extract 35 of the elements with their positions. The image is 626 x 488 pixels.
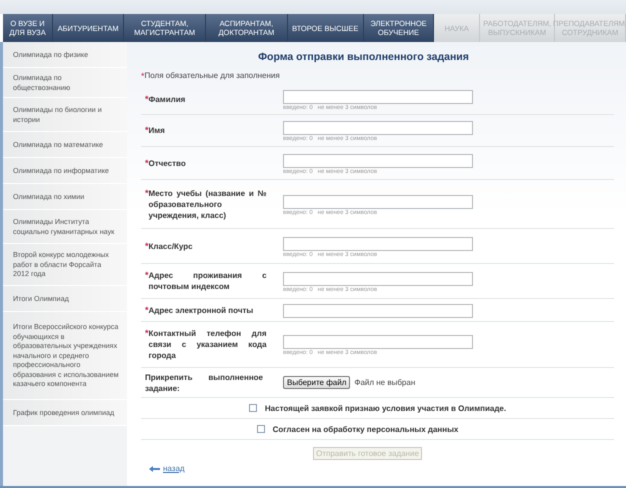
field-label: Отчество <box>148 158 187 168</box>
field-label: Класс/Курс <box>148 240 194 252</box>
input-field[interactable] <box>283 335 473 349</box>
input-field[interactable] <box>283 236 473 250</box>
back-link[interactable]: назад <box>149 464 614 473</box>
input-field[interactable] <box>283 90 473 104</box>
required-note: *Поля обязательные для заполнения <box>141 71 281 81</box>
choose-file-button[interactable]: Выберите файл <box>283 376 350 389</box>
required-asterisk: * <box>145 328 149 339</box>
file-status: Файл не выбран <box>354 378 416 387</box>
input-field[interactable] <box>283 272 473 286</box>
required-asterisk: * <box>145 94 149 105</box>
required-asterisk: * <box>145 270 149 281</box>
required-asterisk: * <box>145 188 149 198</box>
required-asterisk: * <box>145 125 149 136</box>
checkbox-label: Согласен на обработку персональных данных <box>272 424 458 434</box>
input-field[interactable] <box>283 154 473 168</box>
input-field[interactable] <box>283 304 473 318</box>
checkbox[interactable] <box>256 425 265 433</box>
form-title: Форма отправки выполненного задания <box>257 51 470 63</box>
required-asterisk: * <box>145 304 149 314</box>
required-asterisk: * <box>145 158 149 168</box>
field-label: Адрес электронной почты <box>148 304 254 316</box>
arrow-left-icon <box>149 466 160 472</box>
required-asterisk: * <box>145 240 149 252</box>
field-label: Фамилия <box>148 94 186 105</box>
checkbox-label: Настоящей заявкой признаю условия участия в Олимпиаде. <box>264 404 506 412</box>
input-field[interactable] <box>283 121 473 135</box>
input-field[interactable] <box>283 194 473 208</box>
field-label: Адрес проживания с почтовым индексом <box>148 270 267 292</box>
field-label: Имя <box>148 125 166 136</box>
field-label: Прикрепить выполненное задание: <box>145 372 263 394</box>
field-label: Контактный телефон для связи с указанием кода города <box>148 328 267 361</box>
field-label: Место учебы (название и № образовательного учреждения, класс) <box>148 188 267 220</box>
checkbox[interactable] <box>248 404 257 412</box>
